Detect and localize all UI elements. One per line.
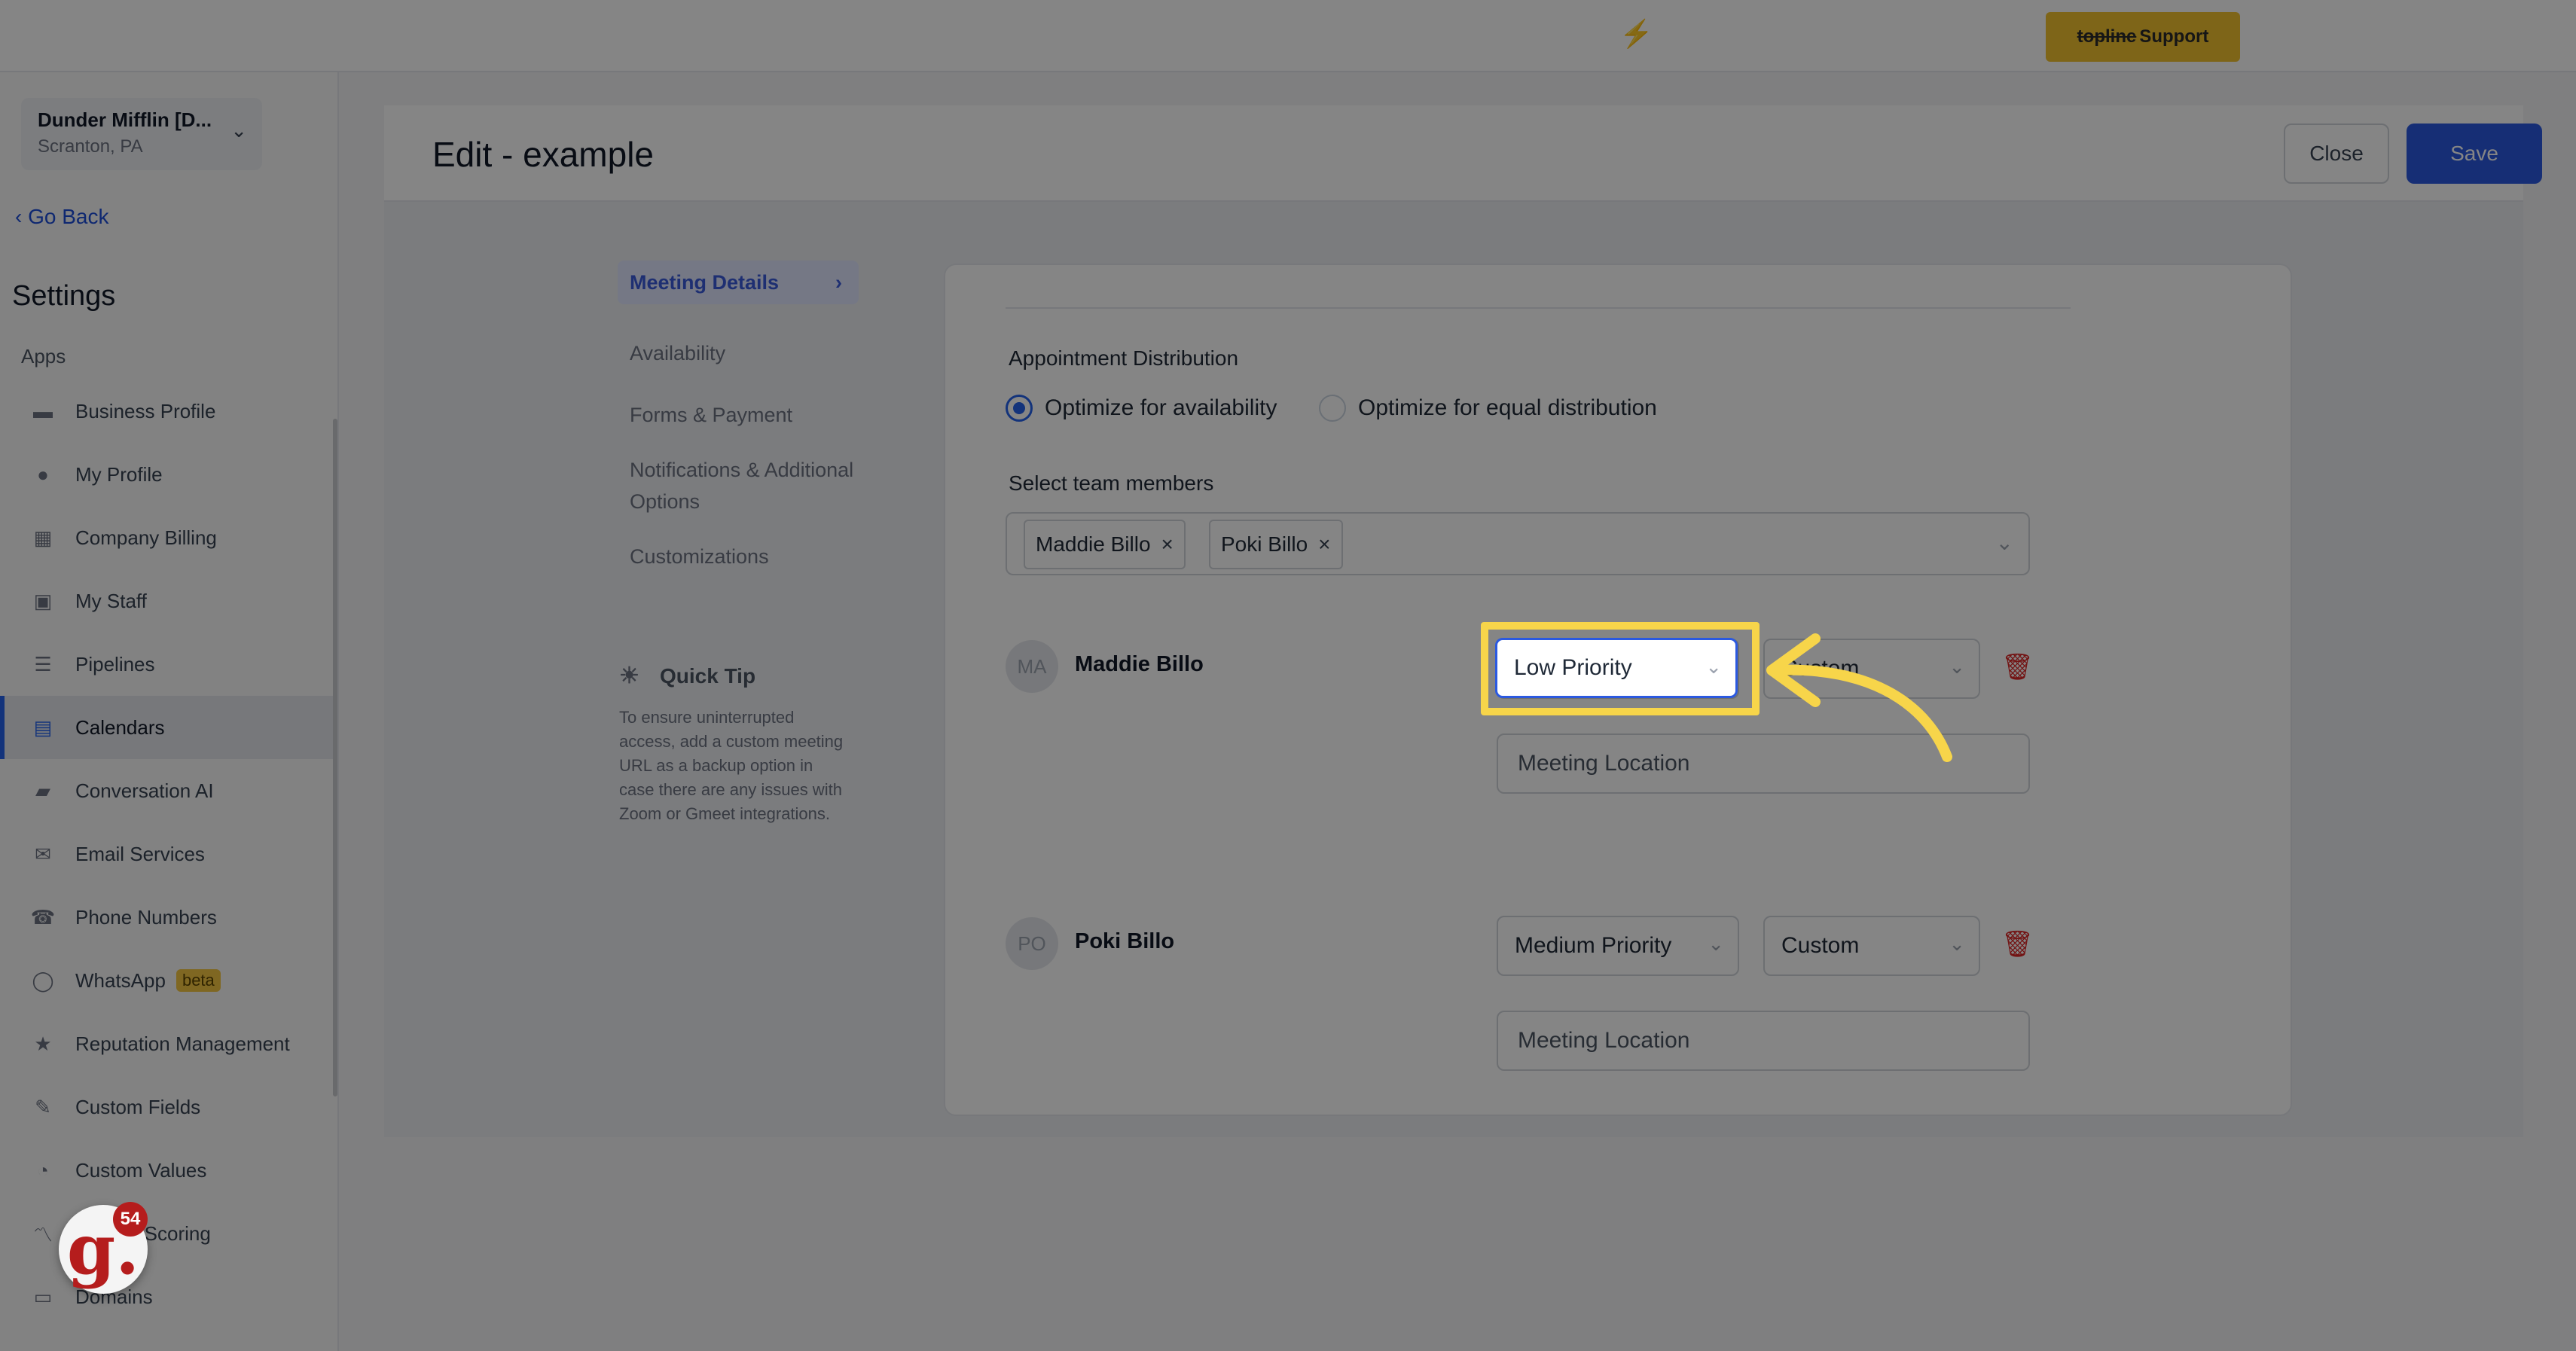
priority-select-highlighted[interactable]: Low Priority ⌄	[1495, 638, 1738, 698]
chevron-down-icon: ⌄	[1705, 655, 1722, 678]
notification-count-badge: 54	[113, 1202, 148, 1237]
pointer-arrow-icon	[1766, 633, 1952, 762]
select-value: Low Priority	[1514, 655, 1632, 680]
dim-overlay	[0, 0, 2576, 1351]
